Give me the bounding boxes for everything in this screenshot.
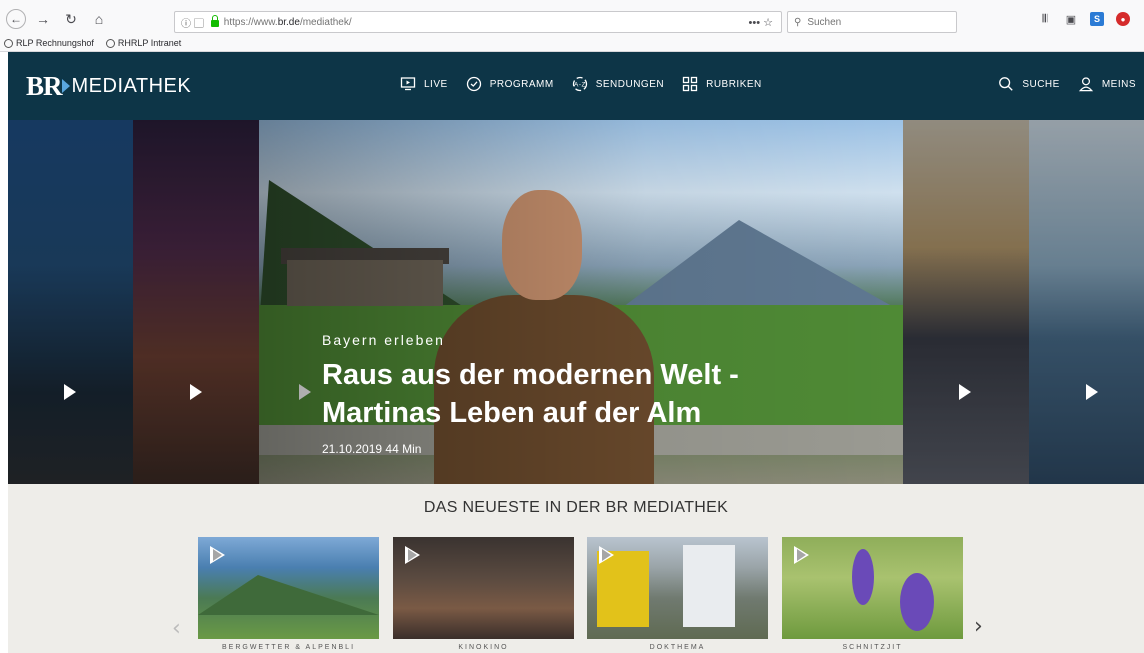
main-navigation: LIVE PROGRAMM A-Z SENDUNGEN RUBRIKEN [400, 76, 762, 92]
account-label: MEINS [1101, 78, 1136, 90]
video-thumbnail[interactable] [393, 537, 574, 639]
video-thumbnail[interactable] [587, 537, 768, 639]
forward-button[interactable]: → [32, 8, 54, 30]
hero-title[interactable]: Raus aus der modernen Welt - Martinas Le… [322, 356, 739, 432]
play-icon[interactable] [959, 384, 971, 400]
play-icon[interactable] [190, 384, 202, 400]
hero-text[interactable]: Bayern erleben Raus aus der modernen Wel… [322, 332, 739, 456]
url-host: br.de [277, 16, 300, 28]
site-header: BR MEDIATHEK LIVE PROGRAMM A-Z SENDUNGEN [8, 52, 1144, 120]
carousel-slide[interactable] [903, 120, 1029, 484]
reader-icon[interactable]: ▣ [1064, 12, 1078, 26]
extension-badge-icon[interactable]: ● [1116, 12, 1130, 26]
browser-toolbar: ← → ↻ ⌂ ⓘ ▢ https://www. br.de/mediathek/… [0, 0, 1144, 52]
logo-text: MEDIATHEK [71, 74, 192, 97]
mountain-shape [198, 575, 379, 615]
nav-item-live[interactable]: LIVE [400, 76, 448, 92]
carousel-next-button[interactable]: › [974, 614, 983, 639]
toolbar-icons: 𝄃𝄃 ▣ S ● ≡ [1038, 12, 1144, 26]
logo-br: BR [26, 70, 63, 101]
play-icon [599, 546, 614, 564]
url-path: /mediathek/ [299, 16, 352, 28]
truck-shape [683, 545, 735, 627]
globe-icon [4, 38, 13, 48]
home-button[interactable]: ⌂ [88, 8, 110, 30]
section-title: DAS NEUESTE IN DER BR MEDIATHEK [423, 499, 729, 516]
url-actions[interactable]: ••• ☆ [749, 16, 781, 29]
carousel-slide[interactable] [1029, 120, 1144, 484]
user-icon [1078, 76, 1094, 92]
page-info-icon[interactable]: ⓘ ▢ [181, 15, 204, 30]
video-card-label[interactable]: BERGWETTER & ALPENBLI [198, 644, 379, 651]
video-thumbnail[interactable] [198, 537, 379, 639]
browser-search-input[interactable]: ⚲ Suchen [787, 11, 957, 33]
nav-item-sendungen[interactable]: A-Z SENDUNGEN [572, 76, 664, 92]
search-placeholder: Suchen [807, 16, 842, 28]
flower-shape [900, 573, 934, 631]
carousel-slide[interactable] [8, 120, 133, 484]
grid-icon [682, 76, 698, 92]
extension-s-icon[interactable]: S [1090, 12, 1104, 26]
video-card-label[interactable]: KINOKINO [393, 644, 574, 651]
play-icon[interactable] [64, 384, 76, 400]
library-icon[interactable]: 𝄃𝄃 [1038, 12, 1052, 26]
search-icon [998, 76, 1014, 92]
hero-meta: 21.10.2019 44 Min [322, 442, 422, 456]
lock-icon [210, 14, 219, 27]
a-z-icon: A-Z [572, 76, 588, 92]
bookmark-rlp-rechnungshof[interactable]: RLP Rechnungshof [4, 38, 94, 48]
hero-kicker: Bayern erleben [322, 332, 445, 348]
flower-shape [852, 549, 874, 605]
nav-label: PROGRAMM [489, 78, 554, 90]
logo-chevron-icon [61, 79, 70, 93]
slide-dim-overlay [8, 120, 133, 484]
back-button[interactable]: ← [6, 9, 26, 29]
video-card[interactable]: BERGWETTER & ALPENBLI [198, 537, 379, 653]
hero-title-line2: Martinas Leben auf der Alm [322, 397, 702, 429]
svg-text:A-Z: A-Z [574, 82, 586, 89]
search-icon: ⚲ [794, 16, 802, 28]
hero-carousel: Bayern erleben Raus aus der modernen Wel… [8, 120, 1144, 484]
carousel-prev-button[interactable]: ‹ [172, 616, 181, 641]
carousel-slide[interactable] [133, 120, 259, 484]
video-card[interactable]: DOKTHEMA [587, 537, 768, 653]
hero-title-line1: Raus aus der modernen Welt - [322, 359, 739, 391]
search-button[interactable]: SUCHE [998, 76, 1060, 92]
video-card-label[interactable]: SCHNITZJIT [782, 644, 963, 651]
play-icon [794, 546, 809, 564]
video-card[interactable]: KINOKINO [393, 537, 574, 653]
nav-item-programm[interactable]: PROGRAMM [466, 76, 554, 92]
slide-dim-overlay [133, 120, 259, 484]
user-navigation: SUCHE MEINS [998, 76, 1136, 92]
globe-icon [105, 38, 115, 48]
video-thumbnail[interactable] [782, 537, 963, 639]
play-icon [405, 546, 420, 564]
play-icon[interactable] [1086, 384, 1098, 400]
nav-item-rubriken[interactable]: RUBRIKEN [682, 76, 762, 92]
nav-label: SENDUNGEN [595, 78, 665, 90]
br-mediathek-logo[interactable]: BR MEDIATHEK [26, 70, 192, 101]
play-icon [210, 546, 225, 564]
account-button[interactable]: MEINS [1078, 76, 1136, 92]
url-bar[interactable]: ⓘ ▢ https://www. br.de/mediathek/ ••• ☆ [174, 11, 782, 33]
newest-section: DAS NEUESTE IN DER BR MEDIATHEK ‹ BERGWE… [8, 484, 1144, 653]
clock-icon [466, 76, 482, 92]
slide-dim-overlay [903, 120, 1029, 484]
bookmark-label: RLP Rechnungshof [16, 38, 94, 48]
nav-label: RUBRIKEN [706, 78, 762, 90]
bookmark-rhrlp-intranet[interactable]: RHRLP Intranet [105, 38, 182, 48]
reload-button[interactable]: ↻ [60, 8, 82, 30]
bookmark-label: RHRLP Intranet [117, 38, 182, 48]
nav-buttons: ← → ↻ ⌂ [6, 8, 110, 30]
bookmarks-bar: RLP Rechnungshof RHRLP Intranet [4, 38, 181, 48]
tv-play-icon [400, 76, 416, 92]
search-label: SUCHE [1022, 78, 1060, 90]
video-card[interactable]: SCHNITZJIT [782, 537, 963, 653]
url-prefix: https://www. [223, 16, 278, 28]
video-card-label[interactable]: DOKTHEMA [587, 644, 768, 651]
slide-dim-overlay [1029, 120, 1144, 484]
nav-label: LIVE [424, 78, 448, 90]
